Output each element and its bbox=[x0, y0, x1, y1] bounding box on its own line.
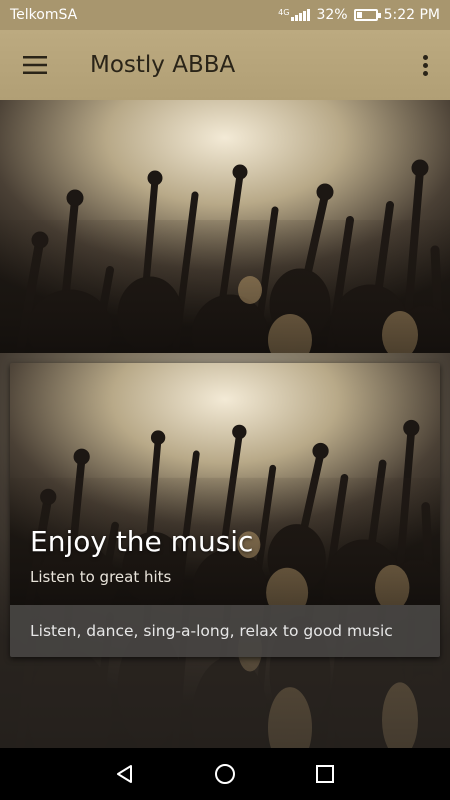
status-bar: TelkomSA 4G 32% 5:22 PM bbox=[0, 0, 450, 30]
hamburger-menu-icon[interactable] bbox=[0, 30, 70, 100]
featured-card[interactable]: Enjoy the music Listen to great hits Lis… bbox=[10, 363, 440, 657]
app-bar: Mostly ABBA bbox=[0, 30, 450, 100]
battery-icon bbox=[353, 9, 381, 21]
recents-square-icon[interactable] bbox=[305, 754, 345, 794]
signal-icon bbox=[291, 9, 311, 21]
battery-percent-label: 32% bbox=[316, 7, 348, 23]
system-nav-bar bbox=[0, 748, 450, 800]
back-triangle-icon[interactable] bbox=[105, 754, 145, 794]
carrier-label: TelkomSA bbox=[10, 7, 78, 23]
more-vert-icon[interactable] bbox=[400, 30, 450, 100]
home-circle-icon[interactable] bbox=[205, 754, 245, 794]
card-description: Listen, dance, sing-a-long, relax to goo… bbox=[10, 605, 440, 657]
header-crowd-image bbox=[0, 100, 450, 353]
status-icons: 4G 32% 5:22 PM bbox=[278, 7, 440, 23]
clock-label: 5:22 PM bbox=[383, 7, 440, 23]
main-content[interactable]: Enjoy the music Listen to great hits Lis… bbox=[0, 100, 450, 748]
network-type-label: 4G bbox=[278, 8, 290, 17]
page-title: Mostly ABBA bbox=[90, 52, 236, 78]
card-title: Enjoy the music bbox=[30, 525, 254, 558]
card-subtitle: Listen to great hits bbox=[30, 568, 172, 586]
